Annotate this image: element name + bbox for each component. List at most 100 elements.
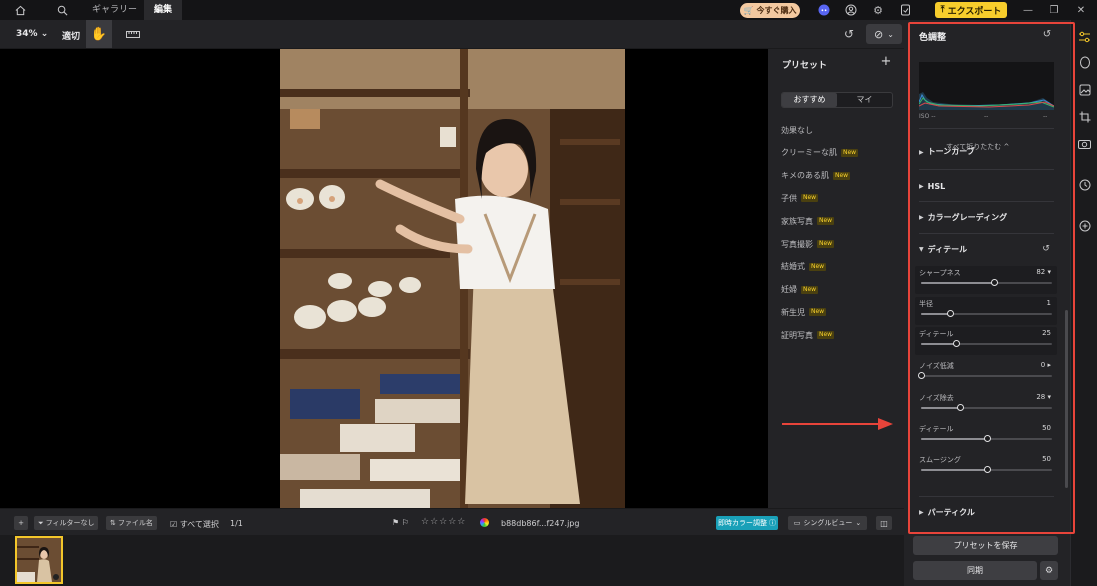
reset-icon[interactable]: ↺ [1039,26,1055,42]
buy-now-button[interactable]: 🛒 今すぐ購入 [740,3,800,18]
sort-button[interactable]: ⇅ ファイル名 [106,516,157,530]
minimize-icon[interactable]: — [1020,2,1036,18]
preset-item[interactable]: 写真撮影 New [781,238,835,250]
sliders-icon[interactable] [1076,28,1093,45]
edited-photo [280,49,625,508]
section-color-grading[interactable]: ▶ カラーグレーディング [919,210,1054,224]
fit-button[interactable]: 適切 [62,29,80,42]
new-badge: New [801,194,819,203]
slider-value[interactable]: 50 [1042,424,1051,432]
slider-handle[interactable] [946,310,954,317]
reset-icon[interactable]: ↺ [1039,242,1053,256]
section-tone-curve[interactable]: ▶ トーンカーブ [919,147,1054,157]
slider-track[interactable] [918,372,1052,379]
slider-track[interactable] [921,466,1052,473]
slider-value[interactable]: 1 [1047,299,1051,307]
preset-item[interactable]: 結婚式 New [781,261,827,273]
hand-tool-button[interactable]: ✋ [86,20,112,48]
chevron-down-icon: ⌄ [40,29,49,39]
section-particle[interactable]: ▶ パーティクル [919,505,1054,519]
tab-gallery[interactable]: ギャラリー [82,0,147,20]
rating-stars[interactable]: ☆☆☆☆☆ [421,517,466,527]
slider-track[interactable] [921,279,1052,286]
search-icon[interactable] [54,2,70,18]
sort-icon: ⇅ [110,519,116,527]
compare-button[interactable]: ⊘ ⌄ [866,24,902,44]
close-icon[interactable]: ✕ [1073,2,1089,18]
add-tool-icon[interactable] [1076,217,1093,234]
zoom-level[interactable]: 34% ⌄ [16,29,48,39]
slider-track[interactable] [921,310,1052,317]
export-button[interactable]: ⤒ エクスポート [935,2,1007,18]
settings-icon[interactable]: ⚙ [870,2,886,18]
add-preset-icon[interactable]: + [878,53,894,69]
presets-panel: プリセット + [768,49,904,508]
panel-scrollbar[interactable] [1065,310,1068,488]
slider-handle[interactable] [918,372,925,379]
add-photo-button[interactable]: + [14,516,28,530]
tab-my-presets[interactable]: マイ [837,93,892,107]
divider [919,169,1054,170]
slider-track[interactable] [921,404,1052,411]
shutter-readout: -- [1043,113,1048,120]
notification-icon[interactable] [897,2,913,18]
slider-handle[interactable] [983,466,991,473]
slider-handle[interactable] [991,279,999,286]
preset-item[interactable]: 効果なし [781,124,813,136]
photo-thumbnail[interactable] [15,536,63,584]
section-hsl[interactable]: ▶ HSL [919,179,1054,193]
flag-icons[interactable]: ⚑ ⚐ [392,518,409,527]
slider-track[interactable] [921,340,1052,347]
slider-value[interactable]: 28 ▾ [1036,393,1051,401]
slider-value[interactable]: 25 [1042,329,1051,337]
split-view-button[interactable]: ◫ [876,516,892,530]
preset-item[interactable]: 証明写真 New [781,329,835,341]
filter-icon: ⏷ [38,518,44,527]
color-label-icon[interactable] [480,518,489,527]
reject-flag-icon[interactable]: ⚐ [402,518,409,527]
save-preset-button[interactable]: プリセットを保存 [913,536,1058,555]
history-icon[interactable] [1076,176,1093,193]
slider-handle[interactable] [957,404,965,411]
slider-track[interactable] [921,435,1052,442]
realtime-color-button[interactable]: 即時カラー調整 ⓘ [716,516,778,530]
select-all-checkbox[interactable]: ☑ すべて選択 [170,519,219,530]
preset-item[interactable]: キメのある肌 New [781,170,851,182]
sync-settings-icon[interactable]: ⚙ [1040,561,1058,580]
preset-item[interactable]: 新生児 New [781,306,827,318]
crop-icon[interactable] [1076,108,1093,125]
preset-item[interactable]: 家族写真 New [781,215,835,227]
new-badge: New [817,331,835,340]
toolbar: 34% ⌄ 適切 ✋ ↺ ⊘ ⌄ [0,20,904,49]
undo-reset-button[interactable]: ↺ [838,24,860,44]
home-icon[interactable] [12,2,28,18]
face-retouch-icon[interactable] [1076,54,1093,71]
filter-button[interactable]: ⏷ フィルターなし [34,516,99,530]
slider-value[interactable]: 82 ▾ [1036,268,1051,276]
slider-value[interactable]: 0 ▸ [1041,361,1051,369]
section-detail[interactable]: ▼ ディテール [919,242,1054,256]
slider-handle[interactable] [953,340,961,347]
preset-item[interactable]: 子供 New [781,192,819,204]
account-icon[interactable] [843,2,859,18]
slider-fill [921,407,961,409]
slider-control: スムージング 50 [915,453,1057,481]
restore-icon[interactable]: ❐ [1046,2,1062,18]
discord-icon[interactable] [816,2,832,18]
ruler-tool-button[interactable] [120,20,146,48]
image-edit-icon[interactable] [1076,81,1093,98]
single-view-button[interactable]: ▭ シングルビュー ⌄ [788,516,867,530]
slider-handle[interactable] [983,435,991,442]
preset-item[interactable]: クリーミーな肌 New [781,147,859,159]
filmstrip [0,535,904,586]
tab-recommended[interactable]: おすすめ [782,93,837,107]
flag-icon[interactable]: ⚑ [392,518,399,527]
photo-canvas[interactable] [0,49,768,508]
tab-edit[interactable]: 編集 [144,0,183,20]
camera-icon[interactable] [1076,135,1093,152]
sync-button[interactable]: 同期 [913,561,1037,580]
chevron-down-icon: ⌄ [887,29,894,39]
slider-value[interactable]: 50 [1042,455,1051,463]
new-badge: New [817,240,835,248]
preset-item[interactable]: 妊婦 New [781,284,819,296]
